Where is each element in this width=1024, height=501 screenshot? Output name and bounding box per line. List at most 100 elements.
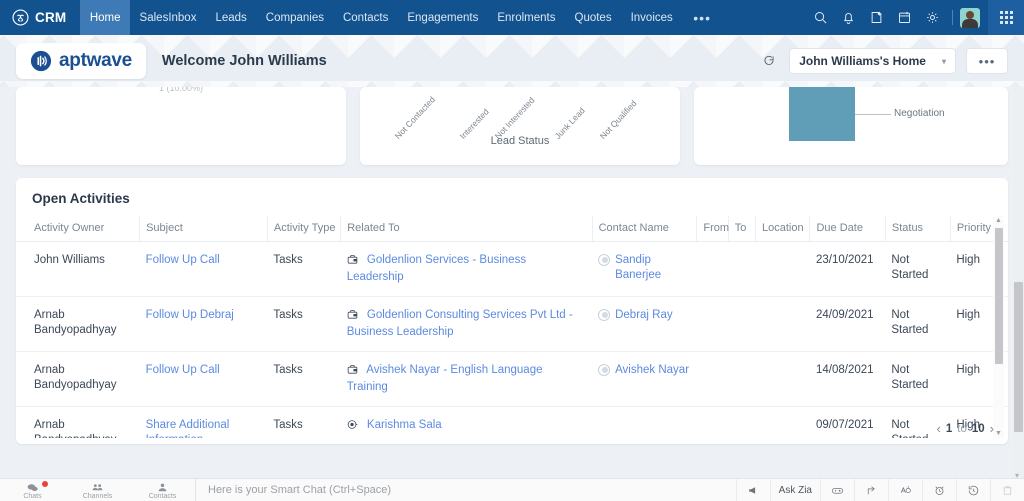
cell-location bbox=[755, 296, 810, 352]
welcome-bar: aptwave Welcome John Williams John Willi… bbox=[0, 35, 1024, 87]
ask-zia-button[interactable]: Ask Zia bbox=[769, 478, 820, 501]
deal-briefcase-icon bbox=[347, 309, 360, 325]
history-clock-icon[interactable] bbox=[956, 478, 990, 501]
chart-card-lead-status[interactable]: Not Contacted Interested Not Interested … bbox=[360, 87, 680, 165]
column-due-date[interactable]: Due Date bbox=[809, 216, 886, 242]
cell-due-date: 09/07/2021 bbox=[809, 406, 886, 438]
trash-icon: ▾ bbox=[990, 471, 1024, 501]
table-scrollbar[interactable]: ▲ ▼ bbox=[993, 216, 1004, 438]
apps-grid-icon[interactable] bbox=[988, 0, 1024, 35]
statusbar-chats[interactable]: Chats bbox=[0, 479, 65, 501]
cell-from bbox=[696, 241, 729, 297]
pagination-to-label: to bbox=[957, 422, 967, 435]
brand-name: CRM bbox=[35, 10, 67, 25]
statusbar-channels[interactable]: Channels bbox=[65, 479, 130, 501]
cell-related-link[interactable]: Goldenlion Consulting Services Pvt Ltd -… bbox=[347, 309, 573, 338]
column-activity-owner[interactable]: Activity Owner bbox=[16, 216, 140, 242]
cell-status: Not Started bbox=[885, 351, 951, 407]
crm-brand[interactable]: CRM bbox=[0, 0, 80, 35]
alarm-clock-icon[interactable] bbox=[922, 478, 956, 501]
pagination-next-icon[interactable]: › bbox=[990, 421, 994, 436]
smart-chat-input[interactable]: Here is your Smart Chat (Ctrl+Space) bbox=[195, 478, 736, 501]
nav-item-enrolments[interactable]: Enrolments bbox=[488, 0, 565, 35]
nav-items: Home SalesInbox Leads Companies Contacts… bbox=[80, 0, 722, 35]
pagination: ‹ 1 to 10 › bbox=[937, 421, 994, 436]
contact-avatar-icon bbox=[598, 254, 611, 266]
nav-right-actions bbox=[807, 0, 988, 35]
activities-table-scroll: Activity Owner Subject Activity Type Rel… bbox=[16, 216, 1008, 438]
open-activities-title: Open Activities bbox=[32, 191, 130, 206]
scroll-up-arrow-icon[interactable]: ▲ bbox=[995, 217, 1002, 224]
column-status[interactable]: Status bbox=[884, 216, 951, 242]
table-row[interactable]: John Williams Follow Up Call Tasks Golde… bbox=[16, 241, 1008, 297]
pagination-prev-icon[interactable]: ‹ bbox=[937, 421, 941, 436]
scroll-down-arrow-icon[interactable]: ▼ bbox=[995, 430, 1002, 437]
column-activity-type[interactable]: Activity Type bbox=[266, 216, 341, 242]
column-subject[interactable]: Subject bbox=[139, 216, 268, 242]
nav-more-button[interactable]: ••• bbox=[682, 0, 722, 35]
pipeline-segment[interactable] bbox=[789, 87, 855, 141]
cell-contact-link[interactable]: Sandip Banerjee bbox=[615, 253, 691, 283]
page-scrollbar[interactable] bbox=[1013, 87, 1024, 478]
aptwave-logo: aptwave bbox=[16, 43, 146, 79]
home-view-select[interactable]: John Williams's Home ▾ bbox=[789, 48, 956, 74]
settings-gear-icon[interactable] bbox=[919, 0, 945, 35]
table-row[interactable]: Arnab Bandyopadhyay Follow Up Call Tasks… bbox=[16, 351, 1008, 407]
deal-briefcase-icon bbox=[347, 254, 360, 270]
user-avatar[interactable] bbox=[960, 7, 980, 28]
cell-subject-link[interactable]: Follow Up Call bbox=[146, 364, 220, 376]
statusbar-chats-label: Chats bbox=[23, 492, 42, 500]
nav-item-contacts[interactable]: Contacts bbox=[333, 0, 397, 35]
statusbar-contacts[interactable]: Contacts bbox=[130, 479, 195, 501]
add-note-icon[interactable] bbox=[863, 0, 889, 35]
column-contact-name[interactable]: Contact Name bbox=[591, 216, 697, 242]
pipeline-segment-fill bbox=[789, 87, 855, 141]
search-icon[interactable] bbox=[807, 0, 833, 35]
nav-item-engagements[interactable]: Engagements bbox=[398, 0, 488, 35]
cell-subject-link[interactable]: Share Additional Information bbox=[146, 419, 230, 438]
gamepad-icon[interactable] bbox=[820, 478, 854, 501]
cell-to bbox=[728, 406, 756, 438]
calendar-icon[interactable] bbox=[891, 0, 917, 35]
column-from[interactable]: From bbox=[696, 216, 729, 242]
megaphone-icon[interactable] bbox=[735, 478, 770, 501]
zia-analytics-icon[interactable] bbox=[888, 478, 922, 501]
cell-contact-link[interactable]: Debraj Ray bbox=[615, 308, 673, 323]
cell-subject-link[interactable]: Follow Up Call bbox=[146, 254, 220, 266]
column-location[interactable]: Location bbox=[754, 216, 810, 242]
cell-due-date: 24/09/2021 bbox=[809, 296, 886, 352]
apps-grid-dots bbox=[999, 11, 1013, 24]
cell-type: Tasks bbox=[267, 351, 341, 407]
cell-subject-link[interactable]: Follow Up Debraj bbox=[146, 309, 234, 321]
share-arrow-icon[interactable] bbox=[854, 478, 888, 501]
cell-status: Not Started bbox=[885, 296, 951, 352]
statusbar-collapse-icon[interactable]: ▾ bbox=[1015, 471, 1019, 480]
cell-contact-link[interactable]: Avishek Nayar bbox=[615, 363, 689, 378]
nav-item-companies[interactable]: Companies bbox=[256, 0, 333, 35]
cell-related-link[interactable]: Karishma Sala bbox=[367, 419, 442, 431]
chart-left-value-label: 1 (10.00%) bbox=[158, 87, 204, 93]
cell-location bbox=[755, 241, 810, 297]
nav-item-invoices[interactable]: Invoices bbox=[621, 0, 682, 35]
nav-item-leads[interactable]: Leads bbox=[206, 0, 256, 35]
page-more-button[interactable]: ••• bbox=[966, 48, 1008, 74]
nav-item-home[interactable]: Home bbox=[80, 0, 131, 35]
page-scrollbar-thumb[interactable] bbox=[1014, 282, 1023, 432]
cell-related-link[interactable]: Goldenlion Services - Business Leadershi… bbox=[347, 254, 526, 283]
column-related-to[interactable]: Related To bbox=[340, 216, 593, 242]
nav-item-quotes[interactable]: Quotes bbox=[565, 0, 621, 35]
table-row[interactable]: Arnab Bandyopadhyay Share Additional Inf… bbox=[16, 406, 1008, 438]
column-to[interactable]: To bbox=[727, 216, 756, 242]
aptwave-logo-text: aptwave bbox=[59, 50, 132, 71]
refresh-icon[interactable] bbox=[759, 51, 779, 71]
table-scrollbar-thumb[interactable] bbox=[994, 228, 1003, 364]
nav-item-salesinbox[interactable]: SalesInbox bbox=[130, 0, 206, 35]
cell-related-link[interactable]: Avishek Nayar - English Language Trainin… bbox=[347, 364, 543, 393]
cell-to bbox=[728, 241, 756, 297]
statusbar-right-actions: Ask Zia ▾ bbox=[735, 471, 1024, 501]
chats-unread-badge bbox=[42, 480, 48, 487]
notifications-bell-icon[interactable] bbox=[835, 0, 861, 35]
pagination-from: 1 bbox=[945, 422, 953, 435]
chart-card-pipeline[interactable]: Negotiation bbox=[694, 87, 1008, 165]
table-row[interactable]: Arnab Bandyopadhyay Follow Up Debraj Tas… bbox=[16, 296, 1008, 352]
